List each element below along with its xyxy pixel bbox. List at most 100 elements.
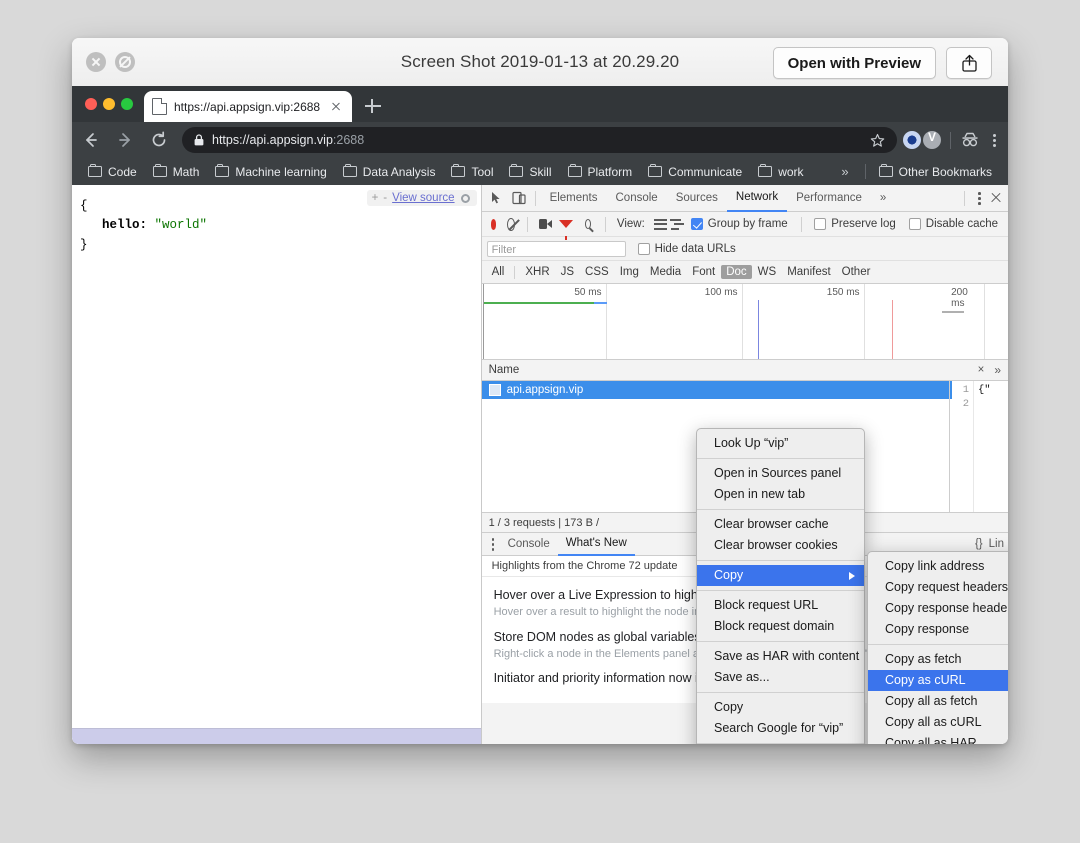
context-submenu[interactable]: Copy link address Copy request headers C…: [867, 551, 1008, 744]
bookmark-item[interactable]: Platform: [561, 163, 640, 181]
menu-item-copy[interactable]: Copy: [697, 697, 864, 718]
expand-preview-icon[interactable]: »: [994, 363, 1001, 377]
drawer-tab-console[interactable]: Console: [500, 534, 558, 555]
forward-icon[interactable]: [110, 125, 140, 155]
tab-console[interactable]: Console: [607, 186, 667, 211]
extension-icon-2[interactable]: [923, 131, 941, 149]
menu-item-open-in-new-tab[interactable]: Open in new tab: [697, 484, 864, 505]
menu-item-copy-all-as-curl[interactable]: Copy all as cURL: [868, 712, 1008, 733]
table-row[interactable]: api.appsign.vip: [482, 381, 1008, 399]
open-with-preview-button[interactable]: Open with Preview: [773, 47, 936, 79]
close-devtools-icon[interactable]: [988, 190, 1004, 206]
reload-icon[interactable]: [144, 125, 174, 155]
menu-item-copy-as-curl[interactable]: Copy as cURL: [868, 670, 1008, 691]
tab-elements[interactable]: Elements: [541, 186, 607, 211]
filter-manifest[interactable]: Manifest: [782, 265, 835, 279]
menu-item-copy-link-address[interactable]: Copy link address: [868, 556, 1008, 577]
star-icon[interactable]: [870, 133, 885, 148]
other-bookmarks-button[interactable]: Other Bookmarks: [872, 163, 999, 181]
menu-item-copy-request-headers[interactable]: Copy request headers: [868, 577, 1008, 598]
menu-item-copy-response-headers[interactable]: Copy response headers: [868, 598, 1008, 619]
bookmark-item[interactable]: Code: [81, 163, 144, 181]
filter-icon[interactable]: [559, 220, 573, 228]
context-menu[interactable]: Look Up “vip” Open in Sources panel Open…: [696, 428, 865, 744]
bookmark-item[interactable]: Tool: [444, 163, 500, 181]
side-tab-braces[interactable]: {}: [975, 538, 983, 550]
menu-item-clear-browser-cache[interactable]: Clear browser cache: [697, 514, 864, 535]
filter-all[interactable]: All: [487, 265, 510, 279]
drawer-menu-icon[interactable]: [486, 534, 500, 554]
bookmark-item[interactable]: Machine learning: [208, 163, 333, 181]
menu-item-block-request-url[interactable]: Block request URL: [697, 595, 864, 616]
clear-icon[interactable]: [507, 218, 515, 231]
menu-item-copy-submenu[interactable]: Copy: [697, 565, 864, 586]
filter-other[interactable]: Other: [837, 265, 876, 279]
view-source-link[interactable]: View source: [392, 192, 454, 204]
page-horizontal-scrollbar[interactable]: [72, 728, 481, 744]
gear-icon[interactable]: [460, 192, 472, 204]
capture-screenshots-icon[interactable]: [539, 219, 547, 229]
record-icon[interactable]: [491, 219, 497, 230]
bookmark-item[interactable]: Math: [146, 163, 207, 181]
filter-font[interactable]: Font: [687, 265, 720, 279]
hide-data-urls-checkbox[interactable]: Hide data URLs: [638, 243, 736, 255]
side-tab-line[interactable]: Lin: [989, 538, 1004, 550]
quicklook-titlebar: Screen Shot 2019-01-13 at 20.29.20 Open …: [72, 38, 1008, 87]
tab-close-icon[interactable]: [328, 99, 344, 115]
tab-sources[interactable]: Sources: [667, 186, 727, 211]
menu-item-clear-browser-cookies[interactable]: Clear browser cookies: [697, 535, 864, 556]
filter-doc[interactable]: Doc: [721, 265, 751, 279]
window-close-icon[interactable]: [85, 98, 97, 110]
bookmark-item[interactable]: Data Analysis: [336, 163, 443, 181]
close-preview-icon[interactable]: ×: [978, 364, 985, 376]
filter-input[interactable]: Filter: [487, 241, 626, 257]
filter-css[interactable]: CSS: [580, 265, 614, 279]
menu-item-search-google[interactable]: Search Google for “vip”: [697, 718, 864, 739]
disable-cache-checkbox[interactable]: Disable cache: [909, 218, 998, 230]
filter-xhr[interactable]: XHR: [520, 265, 554, 279]
browser-tab[interactable]: https://api.appsign.vip:2688: [144, 91, 352, 122]
network-overview-timeline[interactable]: 50 ms 100 ms 150 ms 200 ms: [482, 284, 1008, 360]
bookmark-item[interactable]: work: [751, 163, 810, 181]
bookmarks-overflow-button[interactable]: »: [831, 164, 858, 179]
filter-ws[interactable]: WS: [753, 265, 782, 279]
incognito-icon[interactable]: [960, 131, 980, 149]
menu-item-copy-all-as-har[interactable]: Copy all as HAR: [868, 733, 1008, 744]
extension-icon-1[interactable]: [903, 131, 921, 149]
menu-item-copy-response[interactable]: Copy response: [868, 619, 1008, 640]
search-icon[interactable]: [585, 219, 591, 229]
column-header-name[interactable]: Name: [489, 364, 520, 376]
expand-plus-button[interactable]: +: [372, 192, 379, 204]
address-bar[interactable]: https://api.appsign.vip:2688: [182, 127, 897, 153]
menu-item-block-request-domain[interactable]: Block request domain: [697, 616, 864, 637]
menu-item-look-up[interactable]: Look Up “vip”: [697, 433, 864, 454]
share-button[interactable]: [946, 47, 992, 79]
window-minimize-icon[interactable]: [103, 98, 115, 110]
menu-item-open-in-sources-panel[interactable]: Open in Sources panel: [697, 463, 864, 484]
tabs-overflow-button[interactable]: »: [871, 186, 895, 211]
tab-performance[interactable]: Performance: [787, 186, 871, 211]
preserve-log-checkbox[interactable]: Preserve log: [814, 218, 896, 230]
bookmark-item[interactable]: Communicate: [641, 163, 749, 181]
menu-item-copy-all-as-fetch[interactable]: Copy all as fetch: [868, 691, 1008, 712]
drawer-tab-whats-new[interactable]: What's New: [558, 533, 635, 556]
menu-item-save-as-har-with-content[interactable]: Save as HAR with content: [697, 646, 864, 667]
list-view-icon[interactable]: [654, 219, 661, 230]
menu-item-copy-as-fetch[interactable]: Copy as fetch: [868, 649, 1008, 670]
tab-network[interactable]: Network: [727, 185, 787, 212]
inspect-element-icon[interactable]: [486, 187, 508, 209]
window-maximize-icon[interactable]: [121, 98, 133, 110]
more-options-icon[interactable]: [972, 188, 986, 208]
device-toolbar-icon[interactable]: [508, 187, 530, 209]
new-tab-button[interactable]: [364, 97, 382, 115]
back-icon[interactable]: [76, 125, 106, 155]
collapse-minus-button[interactable]: -: [383, 192, 387, 204]
chrome-menu-icon[interactable]: [986, 131, 1002, 149]
filter-js[interactable]: JS: [556, 265, 579, 279]
menu-item-save-as[interactable]: Save as...: [697, 667, 864, 688]
filter-img[interactable]: Img: [615, 265, 644, 279]
bookmark-item[interactable]: Skill: [502, 163, 558, 181]
filter-media[interactable]: Media: [645, 265, 686, 279]
waterfall-view-icon[interactable]: [670, 219, 677, 230]
group-by-frame-checkbox[interactable]: Group by frame: [691, 218, 788, 230]
